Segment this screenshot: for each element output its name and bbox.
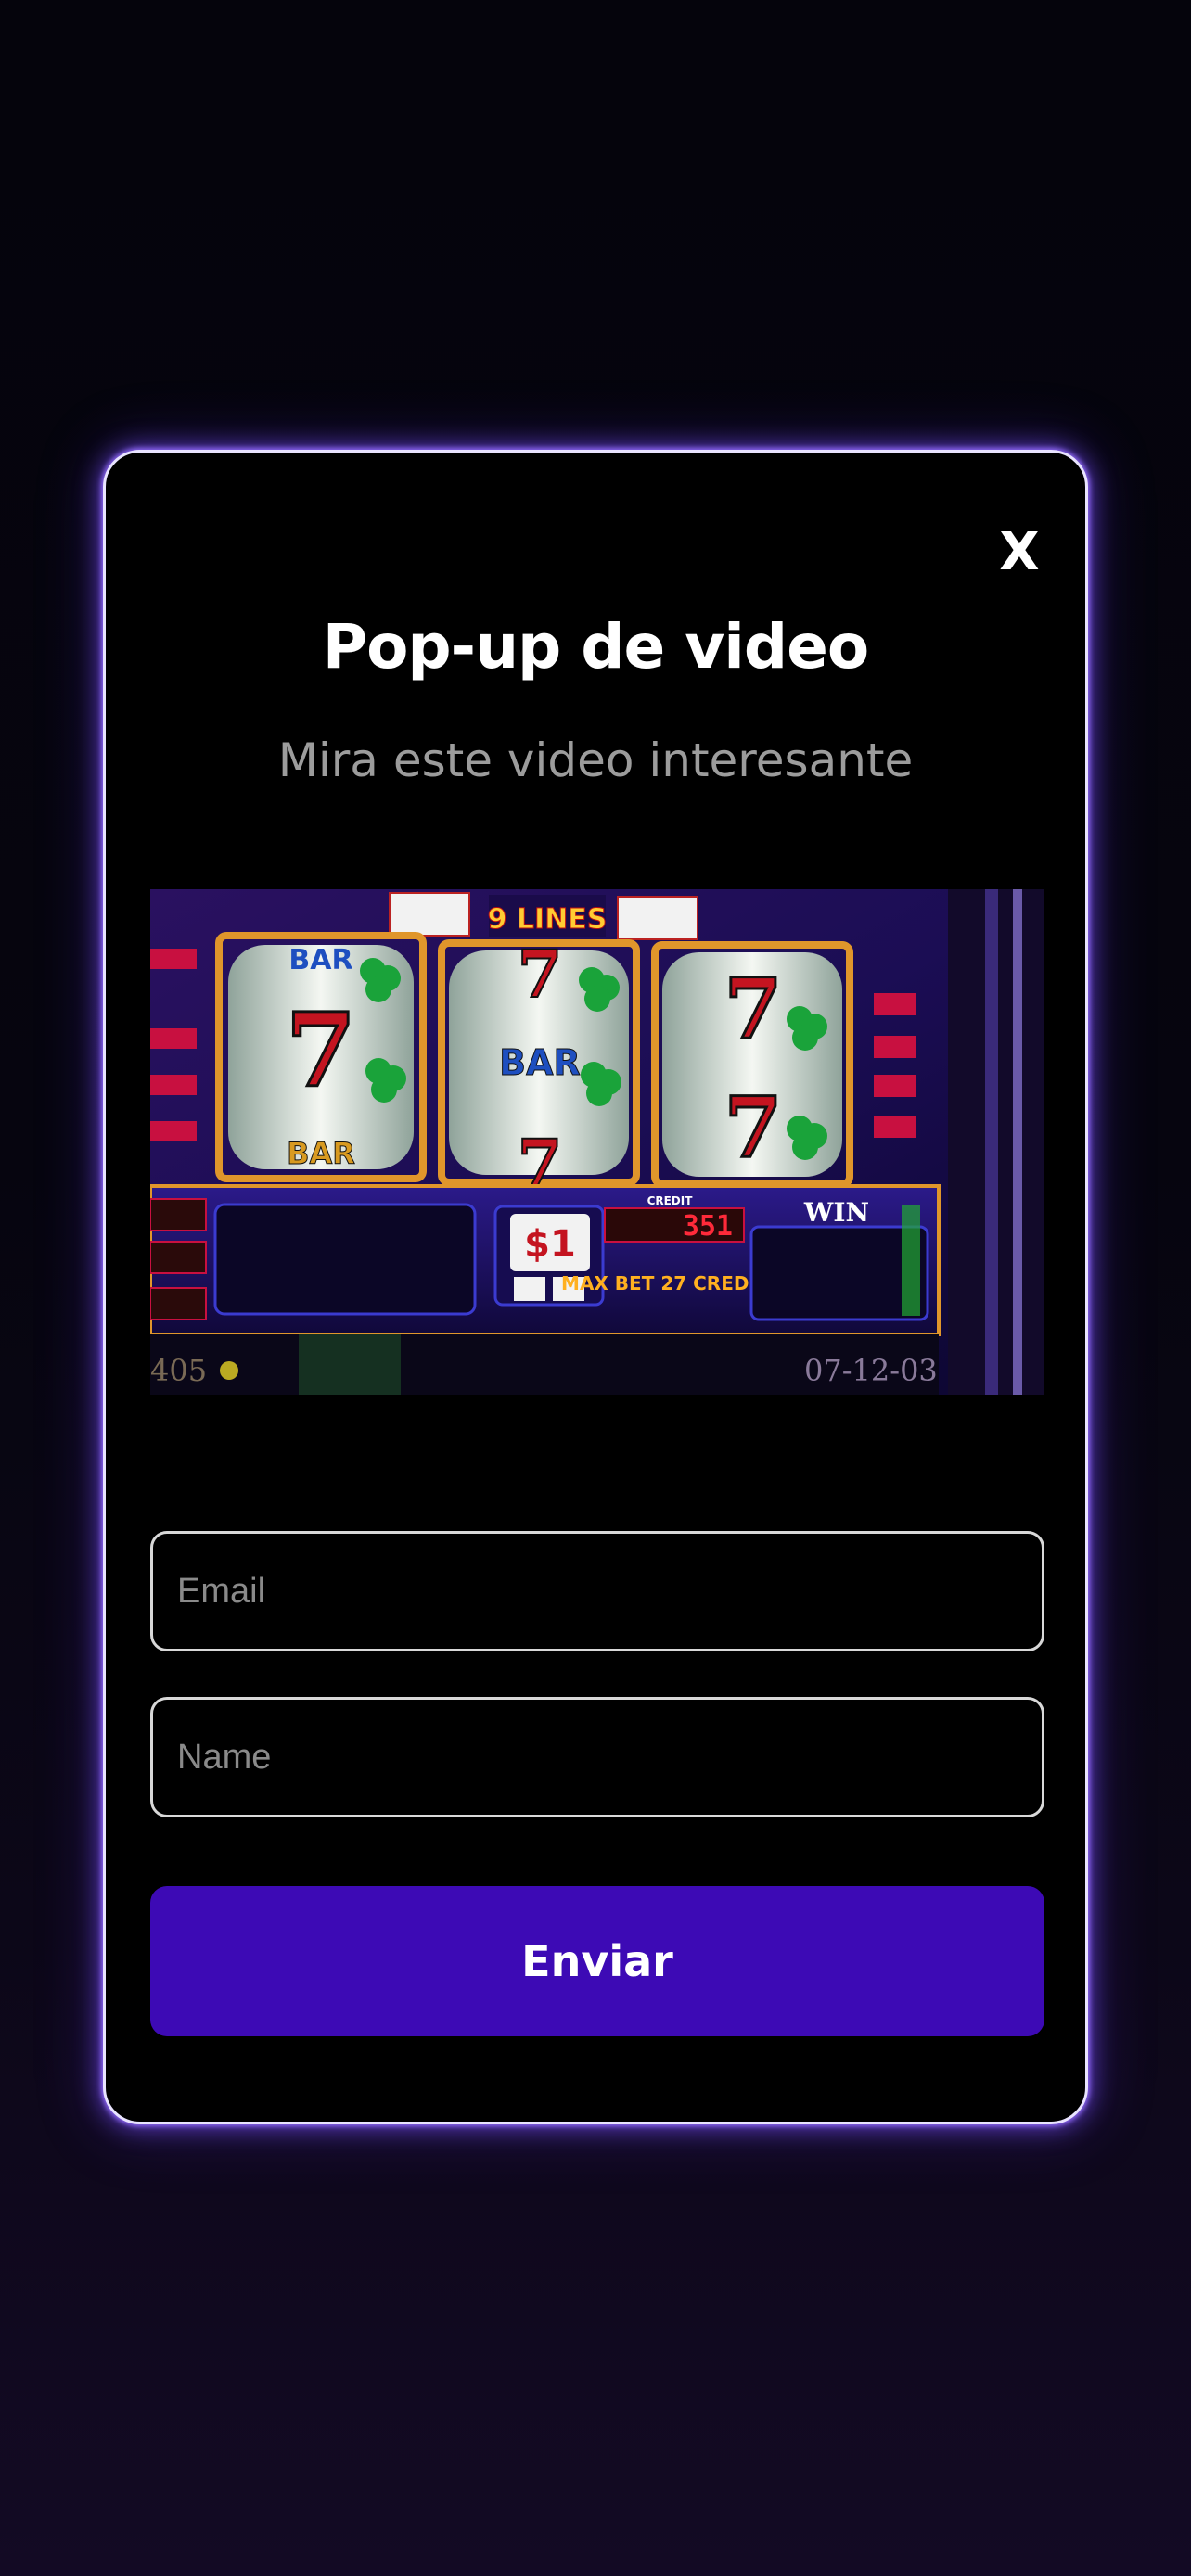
popup-title: Pop-up de video bbox=[322, 611, 870, 682]
video-player[interactable]: 9 LINES BAR 7 BAR 7 BAR 7 7 7 $1 CREDIT … bbox=[150, 889, 1044, 1395]
reel-symbol: 7 bbox=[724, 960, 783, 1058]
credit-value: 351 bbox=[683, 1210, 733, 1243]
email-field[interactable] bbox=[150, 1531, 1044, 1651]
video-timestamp: 07-12-03 bbox=[804, 1353, 938, 1388]
reel-symbol: BAR bbox=[288, 944, 352, 976]
jackpot-value: $1 bbox=[524, 1223, 576, 1266]
reel-symbol: 7 bbox=[724, 1078, 783, 1177]
reel-symbol: 7 bbox=[286, 990, 357, 1110]
reel-symbol: 7 bbox=[518, 936, 563, 1013]
name-field[interactable] bbox=[150, 1697, 1044, 1817]
lines-label: 9 LINES bbox=[488, 903, 608, 936]
max-bet-label: MAX BET 27 CREDITS bbox=[561, 1272, 782, 1294]
submit-button[interactable]: Enviar bbox=[150, 1886, 1044, 2036]
slot-machine-thumbnail: 9 LINES BAR 7 BAR 7 BAR 7 7 7 $1 CREDIT … bbox=[150, 889, 1044, 1395]
close-button[interactable]: X bbox=[996, 525, 1043, 580]
win-label: WIN bbox=[803, 1197, 869, 1228]
credit-label: CREDIT bbox=[647, 1194, 694, 1207]
name-input[interactable] bbox=[153, 1700, 1042, 1815]
reel-symbol: BAR bbox=[287, 1136, 355, 1171]
video-counter: 405 bbox=[150, 1353, 207, 1388]
email-input[interactable] bbox=[153, 1534, 1042, 1649]
reel-symbol: BAR bbox=[499, 1042, 581, 1083]
popup-subtitle: Mira este video interesante bbox=[277, 733, 914, 787]
video-popup-modal: X Pop-up de video Mira este video intere… bbox=[103, 450, 1088, 2124]
